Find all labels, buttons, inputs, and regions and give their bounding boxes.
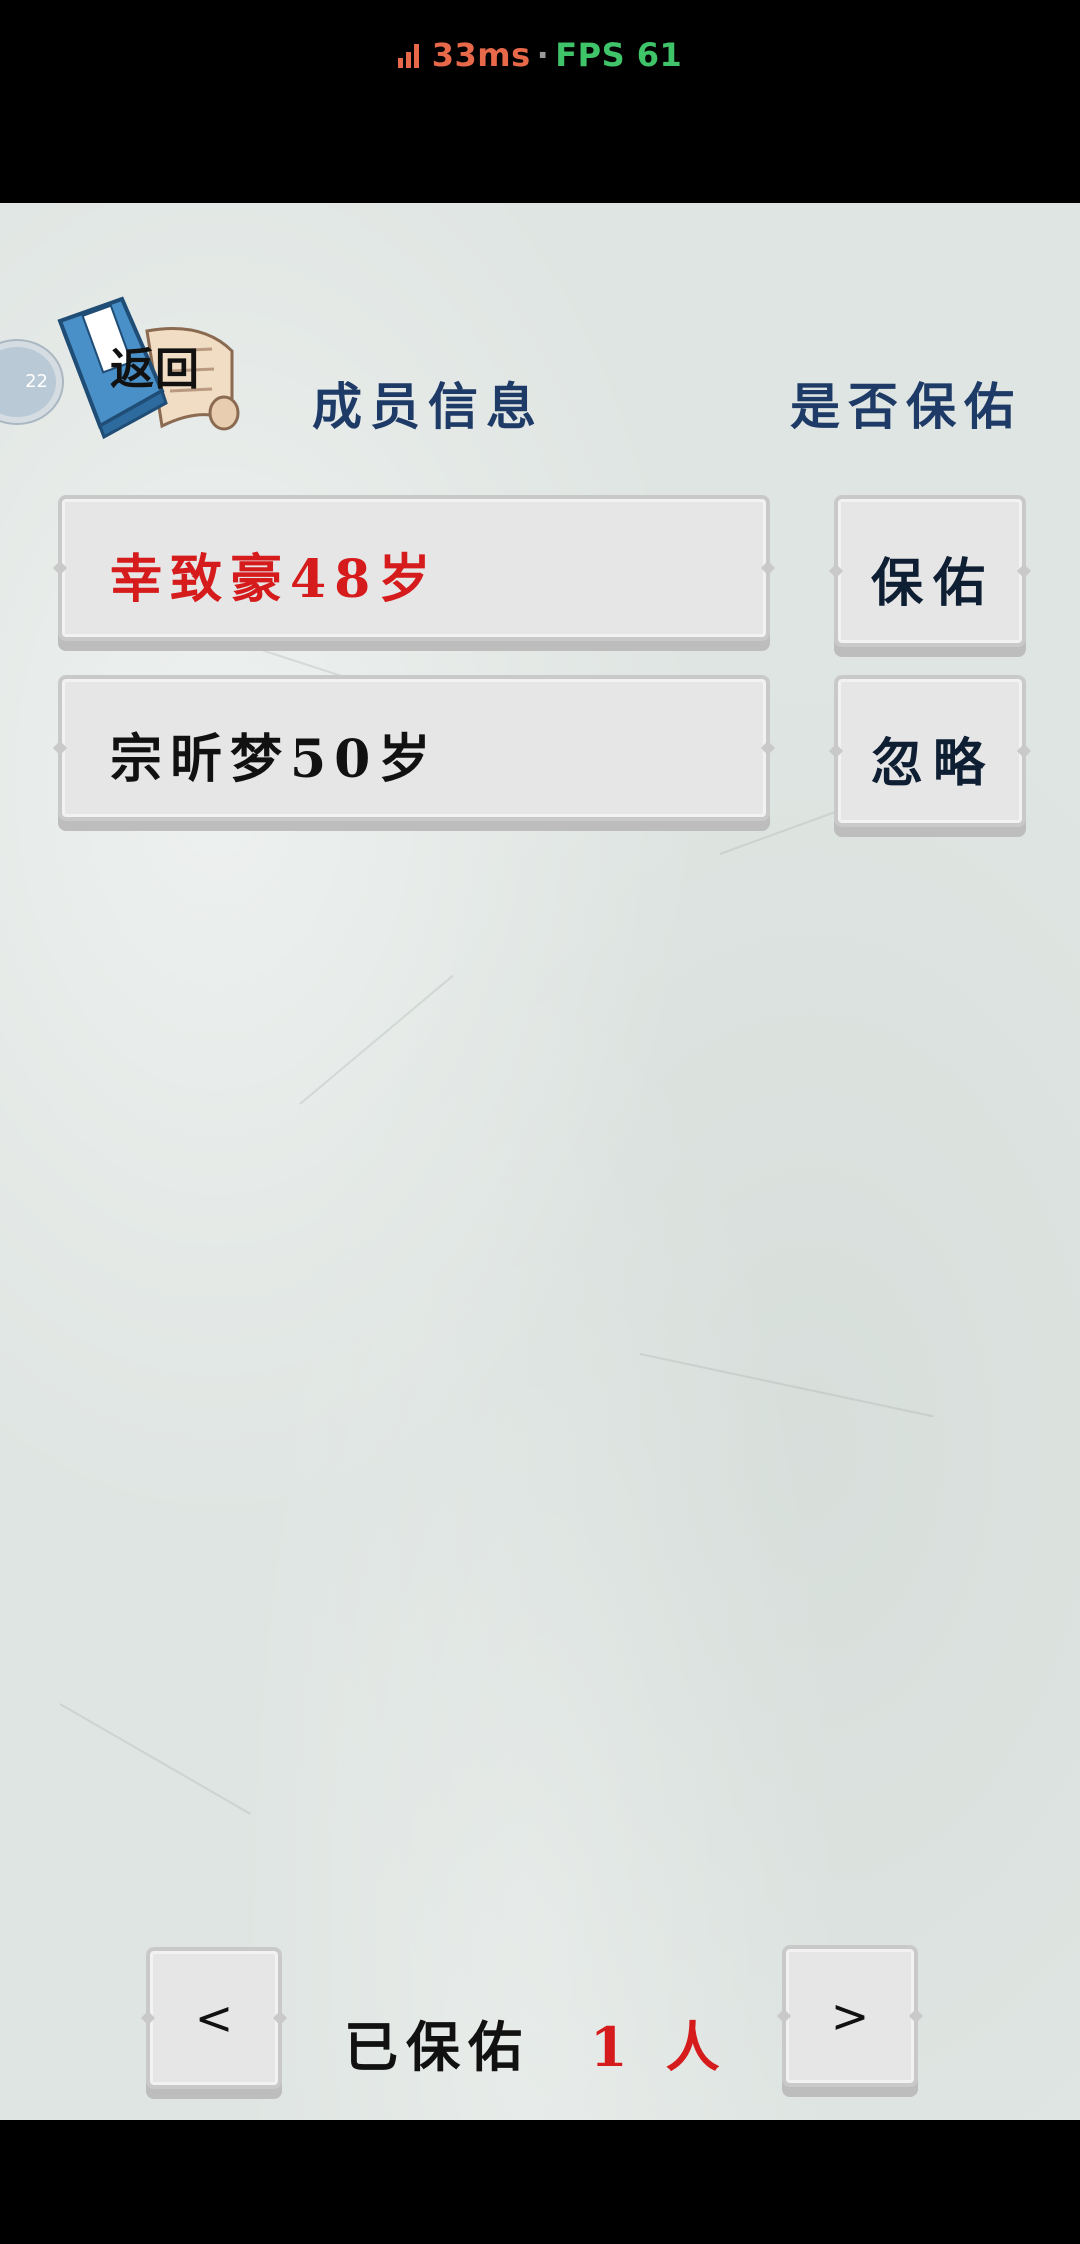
members-column-header: 成员信息 xyxy=(312,377,544,436)
chevron-right-icon: > xyxy=(830,1989,870,2043)
game-screen: 22 返回 成员信息 是否保佑 幸致豪48岁 保佑 宗昕梦50岁 忽略 < 已保… xyxy=(0,203,1080,2120)
prev-page-button[interactable]: < xyxy=(146,1947,282,2089)
next-page-button[interactable]: > xyxy=(782,1945,918,2087)
member-row: 宗昕梦50岁 xyxy=(58,675,770,821)
blessed-count: 1 xyxy=(590,2015,636,2079)
member-name: 宗昕梦50岁 xyxy=(110,729,439,790)
ignore-button-label: 忽略 xyxy=(870,733,995,794)
bless-button[interactable]: 保佑 xyxy=(834,495,1026,647)
texture-crack xyxy=(639,1353,934,1418)
signal-icon xyxy=(397,38,424,76)
texture-crack xyxy=(299,974,454,1105)
member-name: 幸致豪48岁 xyxy=(110,549,439,610)
blessed-summary: 已保佑 1 人 xyxy=(344,2003,728,2082)
bottom-bar xyxy=(0,2120,1080,2244)
blessed-label: 已保佑 xyxy=(344,2015,530,2079)
status-bar: 33ms · FPS 61 xyxy=(0,0,1080,203)
back-button-label: 返回 xyxy=(110,344,200,395)
texture-crack xyxy=(59,1703,252,1815)
bless-column-header: 是否保佑 xyxy=(790,377,1022,436)
chevron-left-icon: < xyxy=(194,1991,234,2045)
back-button[interactable]: 返回 xyxy=(52,291,242,441)
bless-button-label: 保佑 xyxy=(870,553,995,614)
blessed-unit: 人 xyxy=(665,2015,728,2079)
fps-value: FPS 61 xyxy=(555,36,683,74)
performance-readout: 33ms · FPS 61 xyxy=(0,36,1080,76)
member-row: 幸致豪48岁 xyxy=(58,495,770,641)
separator-dot: · xyxy=(536,36,550,74)
ignore-button[interactable]: 忽略 xyxy=(834,675,1026,827)
latency-value: 33ms xyxy=(431,36,531,74)
